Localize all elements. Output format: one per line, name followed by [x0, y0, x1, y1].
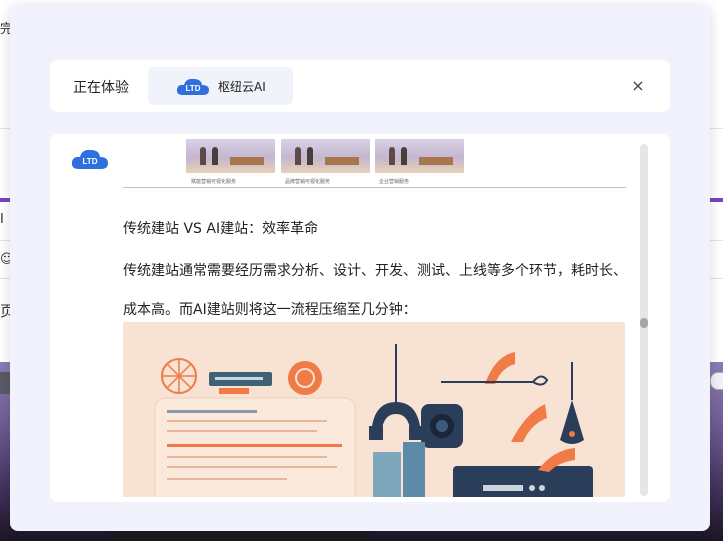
article-heading: 传统建站 VS AI建站：效率革命 — [123, 221, 319, 237]
preview-content[interactable]: LTD 赋能营销可视化服务 品牌营销可视化服务 企业营销服务 传统建站 VS A… — [50, 134, 670, 502]
cloud-logo-icon: LTD — [176, 78, 209, 95]
bg-text-fragment: I — [0, 212, 4, 227]
bg-search-icon — [710, 372, 723, 390]
close-icon[interactable]: × — [628, 76, 648, 96]
thumbnail-image — [375, 139, 464, 173]
app-chip[interactable]: LTD 枢纽云AI — [148, 67, 293, 105]
modal-header: 正在体验 LTD 枢纽云AI × — [50, 60, 670, 112]
tech-illustration — [154, 344, 593, 497]
thumbnail-caption: 赋能营销可视化服务 — [191, 179, 237, 185]
modal-header-label: 正在体验 — [73, 80, 129, 96]
thumbnail-image — [281, 139, 370, 173]
scrollbar-thumb[interactable] — [640, 318, 648, 328]
thumbnail-strip: 赋能营销可视化服务 品牌营销可视化服务 企业营销服务 — [123, 134, 626, 188]
cloud-logo-icon: LTD — [71, 149, 108, 169]
app-name: 枢纽云AI — [218, 80, 266, 94]
thumbnail-caption: 企业营销服务 — [379, 179, 410, 185]
thumbnail-image — [186, 139, 275, 173]
article-paragraph: 成本高。而AI建站则将这一流程压缩至几分钟： — [123, 302, 417, 318]
experience-modal: 正在体验 LTD 枢纽云AI × LTD 赋能营销可视化服务 品牌营销可视化服务… — [10, 5, 710, 531]
svg-text:LTD: LTD — [186, 84, 201, 93]
article-paragraph: 传统建站通常需要经历需求分析、设计、开发、测试、上线等多个环节，耗时长、 — [123, 263, 627, 279]
article-illustration — [123, 322, 625, 497]
thumbnail-caption: 品牌营销可视化服务 — [285, 179, 331, 185]
svg-text:LTD: LTD — [83, 157, 98, 166]
